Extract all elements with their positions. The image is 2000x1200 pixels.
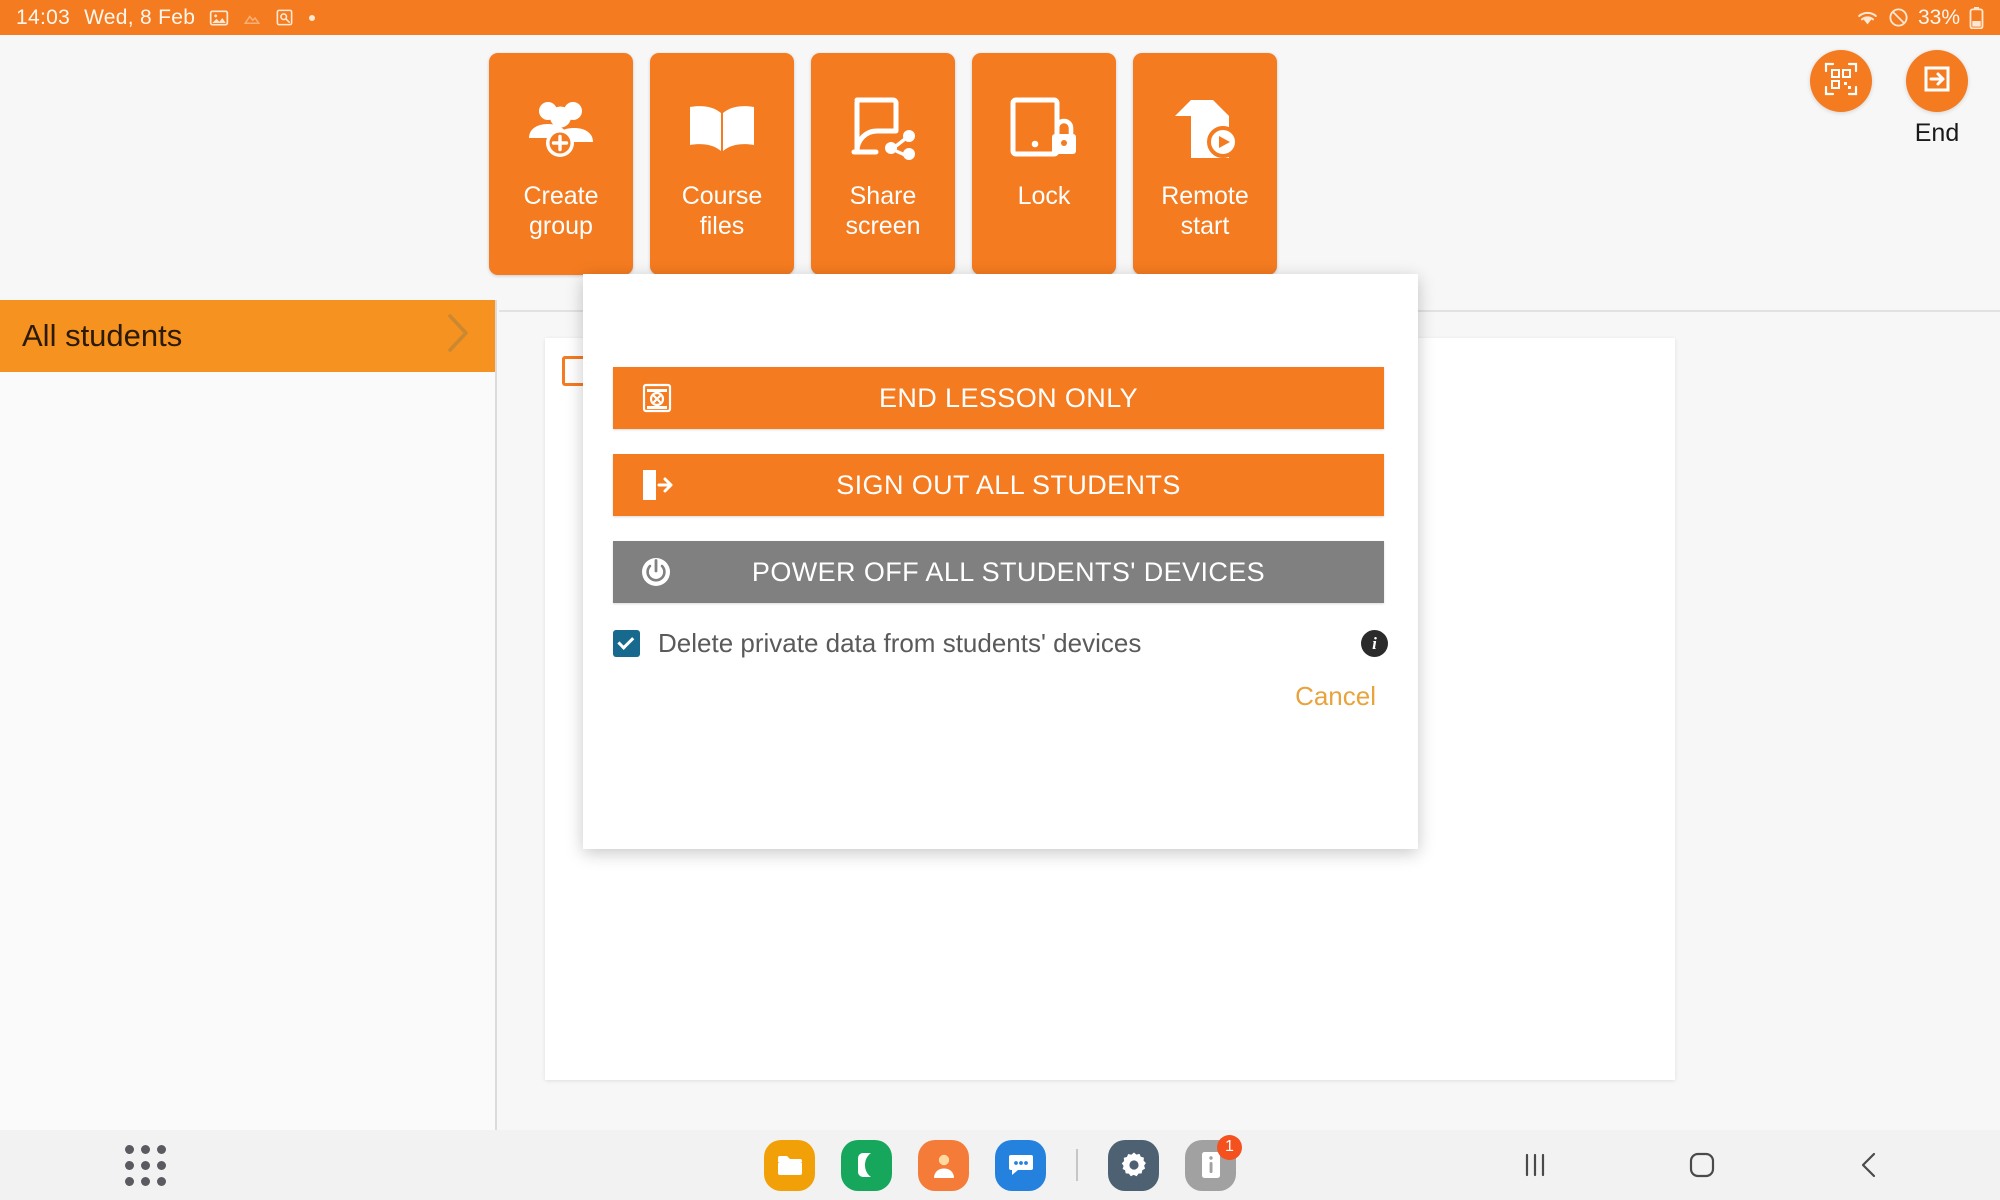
delete-private-data-row: Delete private data from students' devic… (583, 628, 1418, 659)
back-button[interactable] (1848, 1144, 1890, 1186)
phone-icon[interactable] (841, 1139, 892, 1191)
power-icon (639, 555, 673, 589)
apps-grid-icon[interactable] (125, 1144, 166, 1186)
grid-dot (157, 1160, 166, 1170)
checkmark-icon (617, 632, 635, 650)
end-lesson-dialog: END LESSON ONLY SIGN OUT ALL STUDENTS PO… (583, 274, 1418, 849)
my-files-icon[interactable] (764, 1139, 815, 1191)
power-off-all-devices-button[interactable]: POWER OFF ALL STUDENTS' DEVICES (613, 541, 1384, 603)
grid-dot (141, 1144, 150, 1154)
grid-dot (141, 1160, 150, 1170)
home-button[interactable] (1681, 1144, 1723, 1186)
grid-dot (157, 1176, 166, 1186)
taskbar-apps: 1 (764, 1134, 1242, 1191)
contacts-icon[interactable] (918, 1139, 969, 1191)
device-care-icon[interactable]: 1 (1185, 1134, 1242, 1191)
system-navigation (1514, 1144, 1890, 1186)
recents-button[interactable] (1514, 1144, 1556, 1186)
end-lesson-only-label: END LESSON ONLY (878, 382, 1139, 413)
grid-dot (125, 1176, 134, 1186)
cancel-button[interactable]: Cancel (1295, 681, 1376, 712)
info-icon[interactable]: i (1361, 630, 1388, 657)
sign-out-all-students-label: SIGN OUT ALL STUDENTS (836, 469, 1181, 500)
settings-icon[interactable] (1108, 1139, 1159, 1191)
grid-dot (125, 1160, 134, 1170)
device-care-badge: 1 (1217, 1134, 1242, 1160)
power-off-all-devices-label: POWER OFF ALL STUDENTS' DEVICES (751, 556, 1266, 587)
messages-icon[interactable] (995, 1139, 1046, 1191)
taskbar-separator (1076, 1149, 1078, 1181)
grid-dot (125, 1144, 134, 1154)
delete-private-data-label: Delete private data from students' devic… (658, 628, 1142, 658)
dialog-footer: Cancel (583, 681, 1418, 712)
grid-dot (157, 1144, 166, 1154)
sign-out-all-students-button[interactable]: SIGN OUT ALL STUDENTS (613, 454, 1384, 516)
app-root: 14:03 Wed, 8 Feb 33% Create group Course… (0, 0, 2000, 1200)
dialog-actions: END LESSON ONLY SIGN OUT ALL STUDENTS PO… (583, 274, 1418, 603)
delete-private-data-checkbox[interactable] (613, 630, 640, 657)
grid-dot (141, 1176, 150, 1186)
end-lesson-icon (639, 380, 675, 416)
taskbar: 1 (0, 1130, 2000, 1200)
sign-out-door-icon (639, 467, 673, 503)
end-lesson-only-button[interactable]: END LESSON ONLY (613, 367, 1384, 429)
